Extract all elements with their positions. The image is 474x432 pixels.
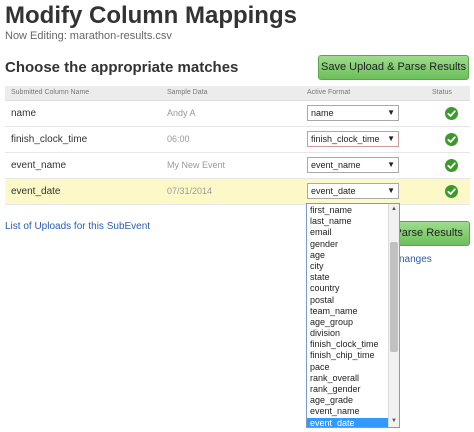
scrollbar-thumb[interactable] [390, 242, 398, 352]
dropdown-option[interactable]: age_grade [307, 395, 388, 406]
header-status: Status [426, 86, 470, 101]
dropdown-option[interactable]: event_name [307, 406, 388, 417]
format-select[interactable]: finish_clock_time ▼ [307, 131, 399, 147]
save-upload-button[interactable]: Save Upload & Parse Results [318, 55, 469, 80]
dropdown-scrollbar[interactable]: ▲ ▼ [388, 204, 399, 427]
format-select-value: finish_clock_time [311, 134, 380, 144]
column-name: finish_clock_time [5, 126, 161, 153]
check-icon [432, 106, 470, 120]
dropdown-option[interactable]: finish_clock_time [307, 339, 388, 350]
dropdown-option[interactable]: last_name [307, 216, 388, 227]
format-cell: event_date ▼ [301, 178, 426, 205]
status-cell [426, 100, 470, 127]
chevron-down-icon: ▼ [387, 108, 395, 117]
format-select-value: event_date [311, 186, 356, 196]
column-name: name [5, 100, 161, 127]
chevron-down-icon: ▼ [387, 186, 395, 195]
format-select[interactable]: event_date ▼ [307, 183, 399, 199]
sample-data: My New Event [161, 152, 301, 179]
sample-data: Andy A [161, 100, 301, 127]
dropdown-option[interactable]: rank_overall [307, 373, 388, 384]
dropdown-option[interactable]: gender [307, 239, 388, 250]
format-cell: finish_clock_time ▼ [301, 126, 426, 153]
table-header-row: Submitted Column Name Sample Data Active… [5, 86, 470, 101]
format-select-value: name [311, 108, 334, 118]
dropdown-option[interactable]: division [307, 328, 388, 339]
save-upload-button-bottom-label: Save Upload & Parse Results [396, 227, 463, 239]
dropdown-option[interactable]: finish_chip_time [307, 350, 388, 361]
format-select[interactable]: event_name ▼ [307, 157, 399, 173]
changes-link[interactable]: nanges [399, 254, 432, 265]
scroll-down-icon[interactable]: ▼ [389, 416, 399, 427]
column-mapping-table: Submitted Column Name Sample Data Active… [5, 86, 470, 205]
page-subtitle: Now Editing: marathon-results.csv [5, 30, 172, 42]
dropdown-option[interactable]: city [307, 261, 388, 272]
table-row: event_date 07/31/2014 event_date ▼ [5, 178, 470, 205]
dropdown-option[interactable]: team_name [307, 306, 388, 317]
check-icon [432, 184, 470, 198]
header-submitted-column: Submitted Column Name [5, 86, 161, 101]
column-name: event_name [5, 152, 161, 179]
dropdown-option[interactable]: email [307, 227, 388, 238]
format-cell: name ▼ [301, 100, 426, 127]
save-upload-button-bottom[interactable]: Save Upload & Parse Results [396, 221, 470, 246]
dropdown-option[interactable]: postal [307, 295, 388, 306]
header-sample-data: Sample Data [161, 86, 301, 101]
dropdown-option[interactable]: first_name [307, 205, 388, 216]
table-row: finish_clock_time 06:00 finish_clock_tim… [5, 126, 470, 153]
sample-data: 07/31/2014 [161, 178, 301, 205]
table-row: event_name My New Event event_name ▼ [5, 152, 470, 179]
table-row: name Andy A name ▼ [5, 100, 470, 127]
section-title: Choose the appropriate matches [5, 59, 239, 76]
status-cell [426, 152, 470, 179]
format-cell: event_name ▼ [301, 152, 426, 179]
sample-data: 06:00 [161, 126, 301, 153]
check-icon [432, 132, 470, 146]
chevron-down-icon: ▼ [387, 160, 395, 169]
dropdown-option[interactable]: country [307, 283, 388, 294]
dropdown-option[interactable]: age_group [307, 317, 388, 328]
dropdown-option[interactable]: pace [307, 362, 388, 373]
dropdown-option[interactable]: age [307, 250, 388, 261]
check-icon [432, 158, 470, 172]
format-dropdown-list[interactable]: first_name last_name email gender age ci… [306, 203, 400, 428]
scroll-up-icon[interactable]: ▲ [389, 204, 399, 215]
dropdown-option-selected[interactable]: event_date [307, 417, 388, 427]
status-cell [426, 126, 470, 153]
column-name: event_date [5, 178, 161, 205]
status-cell [426, 178, 470, 205]
format-select-value: event_name [311, 160, 361, 170]
dropdown-option[interactable]: state [307, 272, 388, 283]
format-select[interactable]: name ▼ [307, 105, 399, 121]
chevron-down-icon: ▼ [387, 134, 395, 143]
page-title: Modify Column Mappings [5, 2, 297, 29]
uploads-list-link[interactable]: List of Uploads for this SubEvent [5, 221, 150, 232]
header-active-format: Active Format [301, 86, 426, 101]
dropdown-option[interactable]: rank_gender [307, 384, 388, 395]
